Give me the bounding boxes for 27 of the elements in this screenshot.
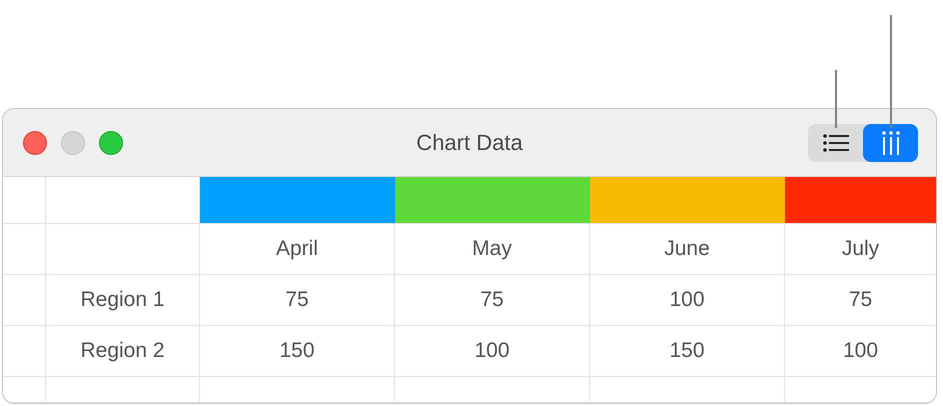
empty-cell — [3, 224, 46, 275]
row-header: Region 2 — [80, 339, 165, 363]
zoom-button[interactable] — [99, 130, 123, 154]
column-header: May — [472, 237, 512, 261]
row-header: Region 1 — [80, 288, 165, 312]
series-color-swatch[interactable] — [785, 177, 936, 224]
series-color-swatch[interactable] — [590, 177, 785, 224]
table-cell: 150 — [669, 339, 705, 363]
columns-icon — [880, 130, 900, 154]
window-title: Chart Data — [416, 130, 523, 156]
columns-view-button[interactable] — [863, 124, 918, 162]
leader-line — [835, 70, 837, 128]
list-icon — [822, 132, 848, 152]
table-cell: 100 — [669, 288, 705, 312]
table-cell: 75 — [285, 288, 309, 312]
table-cell: 100 — [842, 339, 878, 363]
table-cell: 150 — [279, 339, 315, 363]
close-button[interactable] — [23, 130, 47, 154]
column-header: July — [842, 237, 880, 261]
table-cell: 75 — [848, 288, 872, 312]
table-cell: 100 — [474, 339, 510, 363]
column-header: June — [664, 237, 710, 261]
series-color-swatch[interactable] — [395, 177, 590, 224]
column-header: April — [276, 237, 318, 261]
table-cell: 75 — [480, 288, 504, 312]
minimize-button[interactable] — [61, 130, 85, 154]
series-color-swatch[interactable] — [200, 177, 395, 224]
